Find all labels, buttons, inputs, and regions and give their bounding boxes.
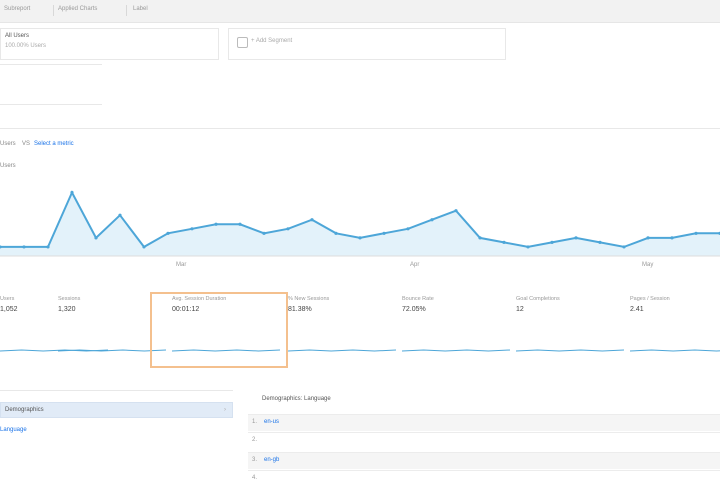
metric-value: 72.05% [402, 306, 426, 313]
chart-point [430, 218, 434, 222]
x-tick-label: May [642, 262, 654, 268]
chart-point [238, 222, 242, 226]
chart-point [94, 236, 98, 240]
breadcrumb-item-3[interactable]: Label [133, 6, 148, 15]
chart-point [550, 240, 554, 244]
chart-point [622, 245, 626, 249]
chart-point [646, 236, 650, 240]
table-row: 4. [248, 470, 720, 487]
segment-name: All Users [5, 33, 30, 39]
chart-point [598, 240, 602, 244]
left-nav-selected-item[interactable]: Demographics › [0, 402, 233, 418]
chart-point [574, 236, 578, 240]
left-nav-link[interactable]: Language [0, 427, 27, 433]
chart-point [166, 231, 170, 235]
divider [0, 128, 720, 129]
chart-point [334, 231, 338, 235]
table-row: 2. [248, 432, 720, 449]
chart-point [478, 236, 482, 240]
chart-point [142, 245, 146, 249]
row-link[interactable]: en-us [264, 419, 279, 425]
metric-value: 2.41 [630, 306, 644, 313]
metric-tile[interactable]: Pages / Session 2.41 [630, 296, 720, 360]
metric-sparkline [402, 349, 510, 352]
row-number: 2. [252, 437, 258, 443]
metric-label: Pages / Session [630, 296, 670, 302]
metric-sparkline [516, 349, 624, 352]
metric-tile[interactable]: Bounce Rate 72.05% [402, 296, 510, 360]
checkbox-icon[interactable] [237, 37, 248, 48]
chevron-right-icon: › [224, 407, 226, 413]
metric-tile[interactable]: % New Sessions 81.38% [288, 296, 396, 360]
select-metric-link[interactable]: Select a metric [34, 141, 74, 147]
chart-point [22, 245, 26, 249]
left-nav-label: Demographics [5, 407, 44, 413]
highlight-box [150, 292, 288, 368]
chart-point [406, 227, 410, 231]
chart-point [214, 222, 218, 226]
chart-point [694, 231, 698, 235]
chart-point [70, 190, 74, 195]
metric-tile[interactable]: Goal Completions 12 [516, 296, 624, 360]
row-number: 1. [252, 419, 258, 425]
metric-value: 12 [516, 306, 524, 313]
toolbar-divider [126, 5, 127, 16]
metric-filter-1[interactable]: Users [0, 141, 16, 147]
row-number: 3. [252, 457, 258, 463]
chart-point [46, 245, 50, 249]
toolbar-divider [53, 5, 54, 16]
row-link[interactable]: en-gb [264, 457, 279, 463]
chart-point [262, 231, 266, 235]
breadcrumb-item-1[interactable]: Subreport [4, 6, 30, 15]
divider [0, 390, 233, 391]
chart-point [670, 236, 674, 240]
chart-point [526, 245, 530, 249]
segment-card[interactable]: All Users 100.00% Users [0, 28, 219, 60]
chart-point [502, 240, 506, 244]
chart-point [118, 213, 122, 217]
table-row: 1. en-us [248, 414, 720, 431]
metric-sparkline [630, 349, 720, 352]
add-segment-label: + Add Segment [251, 38, 293, 44]
chart-point [382, 231, 386, 235]
divider [0, 64, 102, 65]
right-panel-title: Demographics: Language [262, 396, 331, 402]
segment-subtitle: 100.00% Users [5, 43, 47, 49]
x-tick-label: Mar [176, 262, 187, 268]
overview-area-chart [0, 190, 720, 257]
x-tick-label: Apr [410, 262, 420, 268]
row-number: 4. [252, 475, 258, 481]
chart-area [0, 192, 720, 256]
chart-point [190, 227, 194, 231]
metric-sparkline [288, 349, 396, 352]
chart-point [310, 218, 314, 222]
metric-label: % New Sessions [288, 296, 330, 302]
chart-point [286, 227, 290, 231]
chart-point [454, 209, 458, 213]
series-label: Users [0, 163, 16, 169]
metric-value: 81.38% [288, 306, 312, 313]
metric-label: Goal Completions [516, 296, 560, 302]
breadcrumb-item-2[interactable]: Applied Charts [58, 6, 97, 15]
metric-label: Bounce Rate [402, 296, 434, 302]
table-row: 3. en-gb [248, 452, 720, 469]
add-segment-card[interactable]: + Add Segment [228, 28, 506, 60]
chart-point [358, 236, 362, 240]
divider [0, 104, 102, 105]
metric-filter-vs: VS [22, 141, 31, 147]
top-toolbar: Subreport Applied Charts Label [0, 0, 720, 23]
